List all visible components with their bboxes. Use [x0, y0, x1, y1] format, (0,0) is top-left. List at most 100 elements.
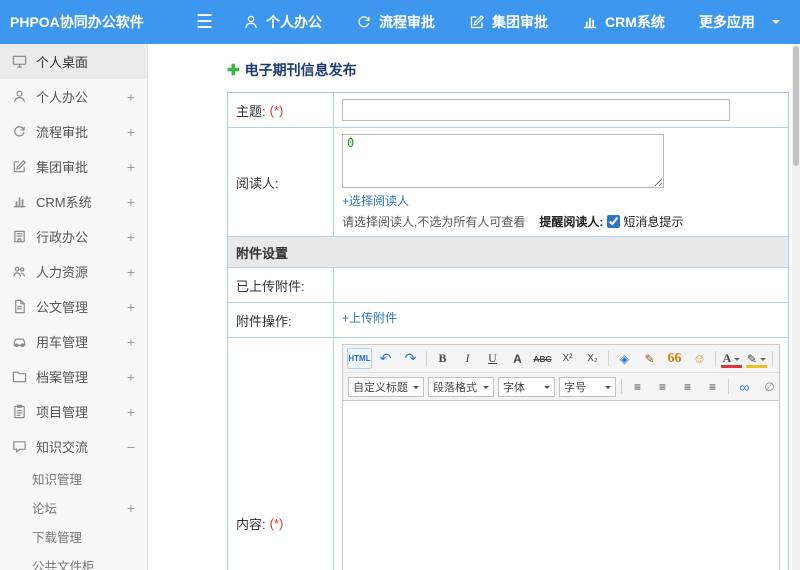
sidebar-item-document-mgmt[interactable]: 公文管理 +	[0, 289, 147, 324]
font-family-select[interactable]: 字体	[498, 376, 555, 397]
font-style-button[interactable]: A	[506, 348, 529, 369]
sidebar-item-personal-desktop[interactable]: 个人桌面	[0, 44, 147, 79]
unlink-button[interactable]: ∅	[758, 376, 779, 397]
upload-attachment-link[interactable]: +上传附件	[342, 309, 397, 326]
topnav-more-apps[interactable]: 更多应用	[699, 12, 780, 32]
align-justify-button[interactable]: ≡	[701, 376, 724, 397]
publish-form: 主题: (*) 阅读人: 0 +选择阅读人 请选择阅读人,不选为所有人可查看 提…	[227, 92, 789, 570]
blockquote-button[interactable]: 66	[663, 348, 686, 369]
sidebar-item-vehicle-mgmt[interactable]: 用车管理 +	[0, 324, 147, 359]
sidebar: 个人桌面 个人办公 + 流程审批 + 集团审批 + CRM系统 + 行政办公 +…	[0, 44, 148, 570]
required-mark: (*)	[269, 102, 284, 118]
topnav-crm[interactable]: CRM系统	[582, 12, 665, 32]
sidebar-item-group-approval[interactable]: 集团审批 +	[0, 149, 147, 184]
expand-toggle[interactable]: +	[121, 404, 135, 420]
strikethrough-button[interactable]: ABC	[531, 348, 554, 369]
expand-toggle[interactable]: +	[121, 194, 135, 210]
eraser-button[interactable]: ◈	[613, 348, 636, 369]
subject-input[interactable]	[342, 99, 730, 121]
expand-toggle[interactable]: +	[121, 229, 135, 245]
readers-value-cell: 0 +选择阅读人 请选择阅读人,不选为所有人可查看 提醒阅读人: 短消息提示	[334, 128, 788, 236]
sms-option[interactable]: 短消息提示	[607, 213, 683, 230]
link-button[interactable]: ∞	[733, 376, 756, 397]
sidebar-item-project-mgmt[interactable]: 项目管理 +	[0, 394, 147, 429]
sidebar-item-admin-office[interactable]: 行政办公 +	[0, 219, 147, 254]
topnav-group-approval[interactable]: 集团审批	[469, 12, 548, 32]
select-value: 字体	[503, 381, 525, 394]
editor-toolbar-row-1: HTML ↶ ↷ B I U A ABC X² X₂ ◈ ✎ 66 ☺ A ✎	[343, 345, 779, 373]
required-mark: (*)	[269, 515, 284, 531]
rich-text-editor: HTML ↶ ↷ B I U A ABC X² X₂ ◈ ✎ 66 ☺ A ✎ …	[342, 344, 780, 570]
expand-toggle[interactable]: +	[121, 299, 135, 315]
expand-toggle[interactable]: +	[121, 159, 135, 175]
main-content: ✚ 电子期刊信息发布 主题: (*) 阅读人: 0 +选择阅读人 请选择阅读人,…	[149, 44, 792, 570]
expand-toggle[interactable]: +	[121, 334, 135, 350]
font-color-button[interactable]: A	[720, 348, 743, 369]
expand-toggle[interactable]: +	[121, 369, 135, 385]
topnav-personal-office[interactable]: 个人办公	[243, 12, 322, 32]
sidebar-item-workflow-approval[interactable]: 流程审批 +	[0, 114, 147, 149]
subject-label-cell: 主题: (*)	[228, 93, 334, 127]
green-plus-icon: ✚	[227, 61, 240, 79]
select-readers-link[interactable]: +选择阅读人	[342, 192, 409, 209]
content-editor-canvas[interactable]	[343, 401, 779, 570]
sidebar-item-archive-mgmt[interactable]: 档案管理 +	[0, 359, 147, 394]
vertical-scrollbar-track[interactable]	[792, 44, 800, 570]
font-size-select[interactable]: 字号	[559, 376, 616, 397]
sidebar-item-label: 项目管理	[36, 405, 89, 420]
sms-checkbox[interactable]	[607, 215, 621, 228]
readers-row: 阅读人: 0 +选择阅读人 请选择阅读人,不选为所有人可查看 提醒阅读人: 短消…	[228, 128, 788, 237]
sidebar-item-knowledge-exchange[interactable]: 知识交流 −	[0, 429, 147, 464]
paragraph-format-select[interactable]: 段落格式	[428, 376, 494, 397]
sidebar-item-crm[interactable]: CRM系统 +	[0, 184, 147, 219]
format-painter-button[interactable]: ✎	[638, 348, 661, 369]
menu-toggle-icon[interactable]: ☰	[196, 13, 213, 32]
content-label: 内容:	[236, 516, 266, 532]
expand-toggle[interactable]: +	[121, 264, 135, 280]
underline-button[interactable]: U	[481, 348, 504, 369]
attachment-section-header: 附件设置	[228, 237, 788, 268]
redo-button[interactable]: ↷	[399, 348, 422, 369]
emoticon-button[interactable]: ☺	[688, 348, 711, 369]
sidebar-item-personal-office[interactable]: 个人办公 +	[0, 79, 147, 114]
toolbar-separator	[426, 351, 427, 366]
bold-button[interactable]: B	[431, 348, 454, 369]
sidebar-subitem-label: 论坛	[32, 502, 58, 516]
expand-toggle[interactable]: +	[121, 500, 135, 516]
chevron-down-icon	[605, 385, 611, 392]
car-icon	[12, 334, 27, 349]
highlight-color-button[interactable]: ✎	[745, 348, 768, 369]
chevron-down-icon	[771, 20, 780, 28]
topbar: PHPOA协同办公软件 ☰ 个人办公 流程审批 集团审批 CRM系统 更多应用	[0, 0, 800, 44]
sidebar-item-label: CRM系统	[36, 195, 92, 210]
sidebar-item-label: 用车管理	[36, 335, 89, 350]
vertical-scrollbar-thumb[interactable]	[793, 46, 799, 166]
sidebar-item-label: 知识交流	[36, 440, 89, 455]
html-source-button[interactable]: HTML	[347, 348, 372, 369]
expand-toggle[interactable]: +	[121, 89, 135, 105]
sidebar-subitem-download-mgmt[interactable]: 下载管理	[0, 522, 147, 551]
sidebar-item-hr[interactable]: 人力资源 +	[0, 254, 147, 289]
align-right-button[interactable]: ≡	[676, 376, 699, 397]
italic-button[interactable]: I	[456, 348, 479, 369]
readers-textarea[interactable]: 0	[342, 134, 664, 188]
superscript-button[interactable]: X²	[556, 348, 579, 369]
sidebar-subitem-public-file-cabinet[interactable]: 公共文件柜	[0, 551, 147, 570]
heading-style-select[interactable]: 自定义标题	[348, 376, 424, 397]
collapse-toggle[interactable]: −	[121, 439, 135, 455]
attachment-ops-label-cell: 附件操作:	[228, 303, 334, 337]
app-logo: PHPOA协同办公软件	[10, 14, 144, 30]
expand-toggle[interactable]: +	[121, 124, 135, 140]
sidebar-subitem-knowledge-mgmt[interactable]: 知识管理	[0, 464, 147, 493]
bullet-list-button[interactable]: ≔	[777, 348, 779, 369]
chat-icon	[12, 439, 27, 454]
sidebar-subitem-forum[interactable]: 论坛 +	[0, 493, 147, 522]
align-left-button[interactable]: ≡	[626, 376, 649, 397]
desktop-icon	[12, 54, 27, 69]
toolbar-separator	[715, 351, 716, 366]
undo-button[interactable]: ↶	[374, 348, 397, 369]
subscript-button[interactable]: X₂	[581, 348, 604, 369]
topnav-workflow-approval[interactable]: 流程审批	[356, 12, 435, 32]
align-center-button[interactable]: ≡	[651, 376, 674, 397]
toolbar-separator	[728, 379, 729, 394]
